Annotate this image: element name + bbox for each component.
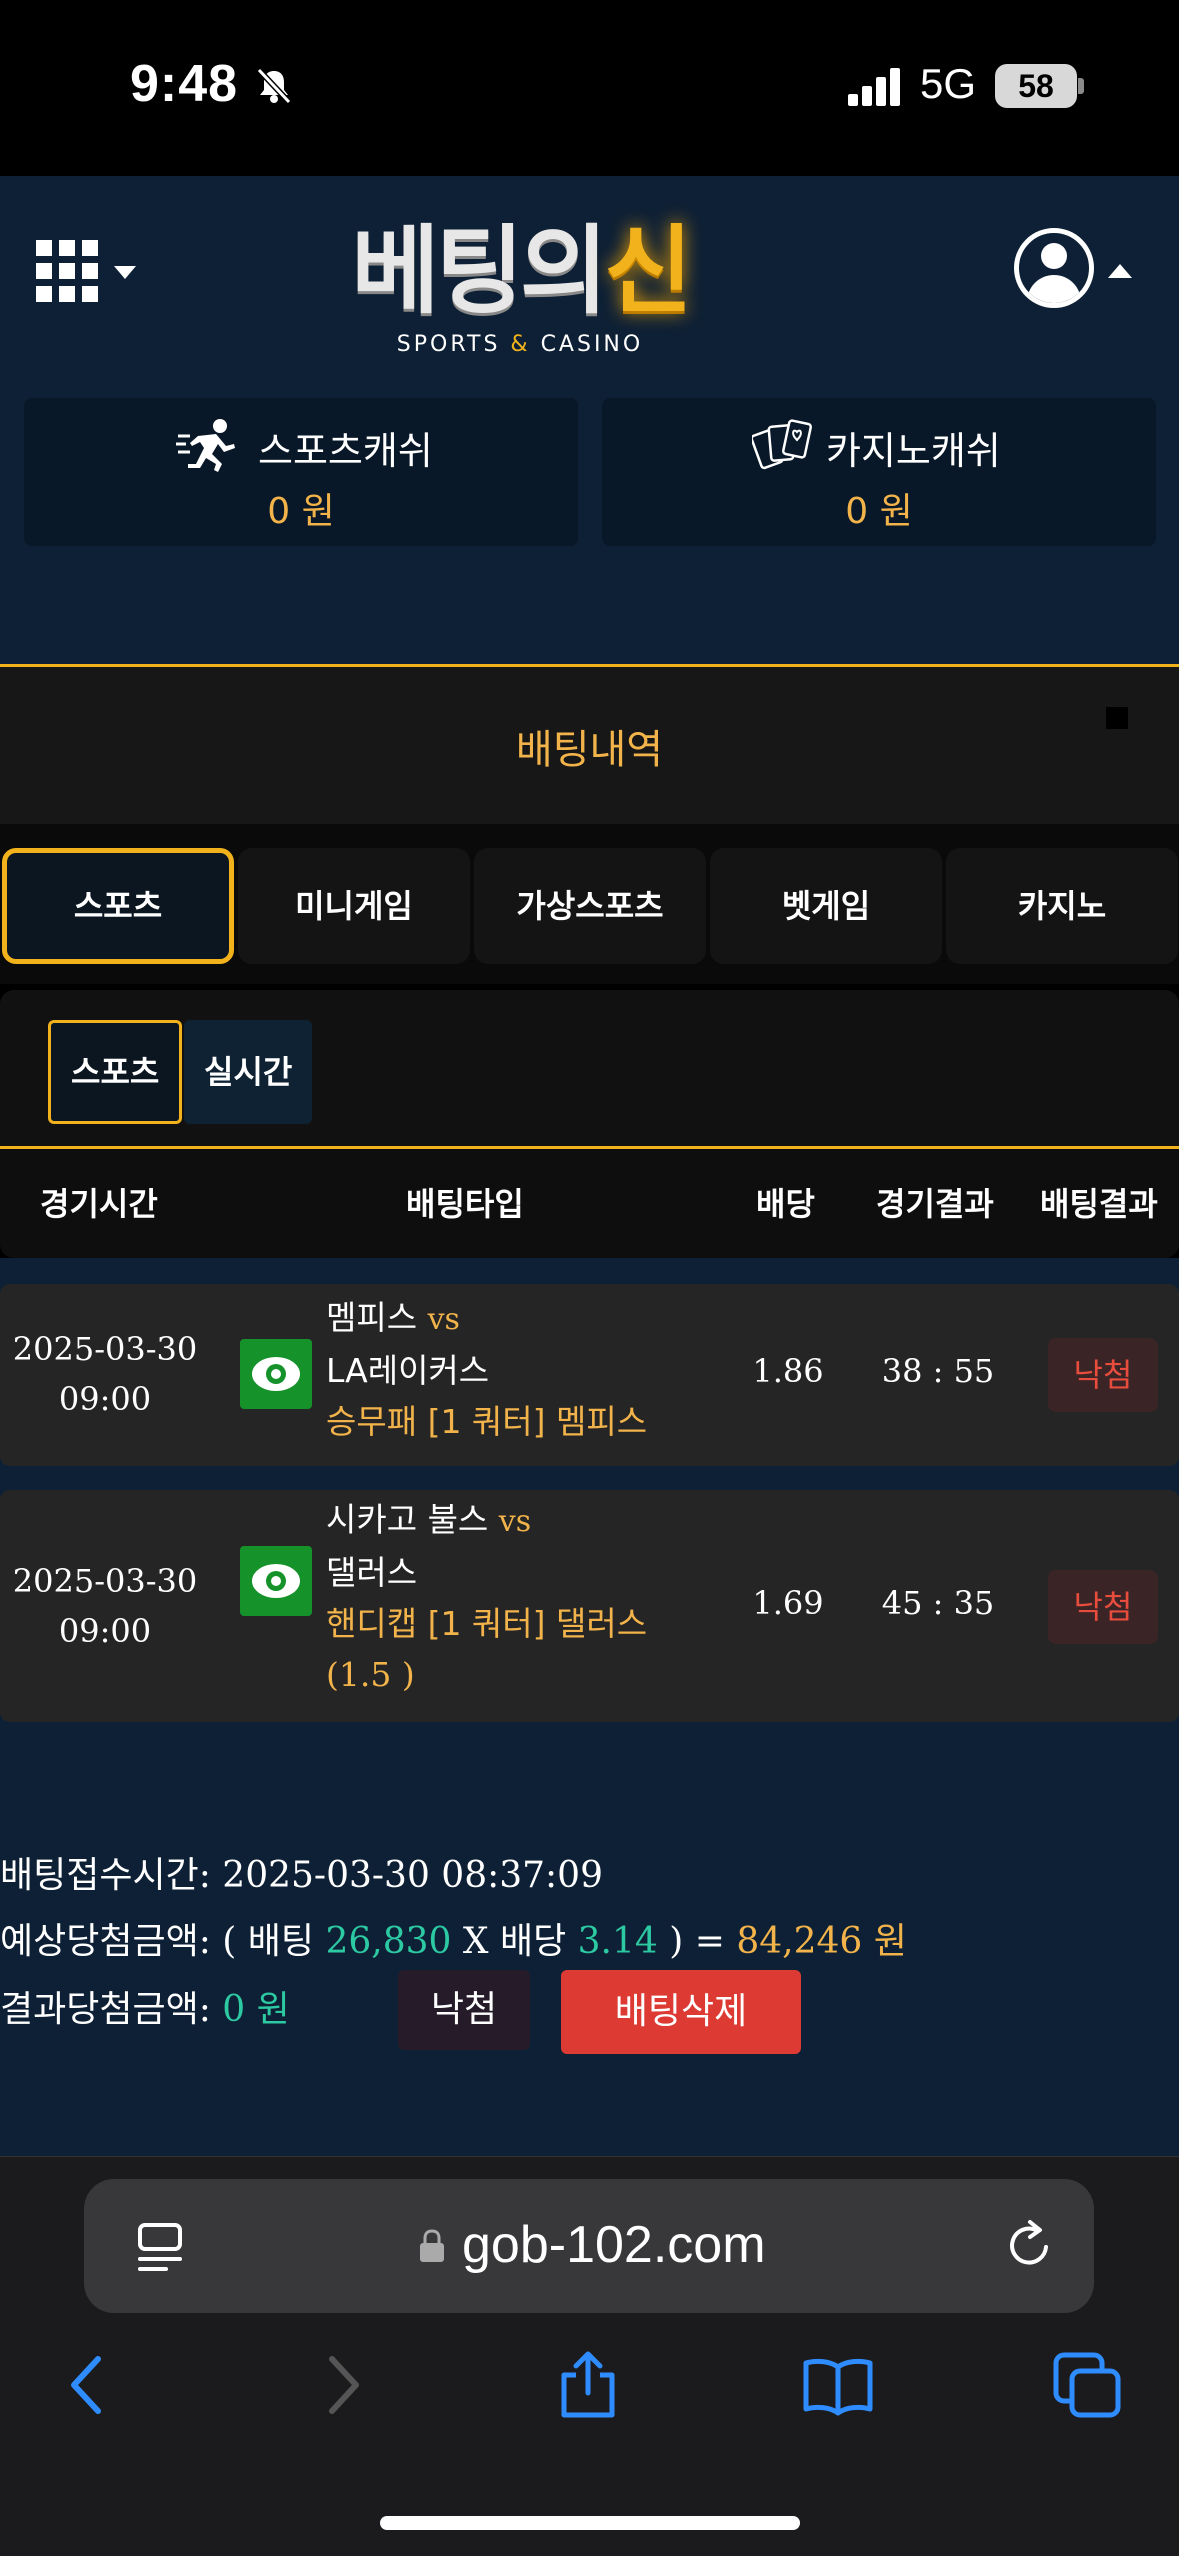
delete-bet-button[interactable]: 배팅삭제 [561, 1970, 801, 2054]
status-time: 9:48 [130, 55, 239, 113]
playing-cards-icon [752, 419, 812, 470]
header-spacer [0, 586, 1179, 666]
bet-type-line: (1.5 ) [326, 1655, 415, 1694]
bet-received-time: 배팅접수시간: 2025-03-30 08:37:09 [0, 1855, 603, 1896]
subtab-live[interactable]: 실시간 [184, 1020, 313, 1124]
page-title: 배팅내역 [515, 727, 664, 773]
signal-icon [848, 68, 900, 106]
home-indicator [380, 2516, 800, 2530]
tabs-icon[interactable] [1052, 2349, 1124, 2421]
chevron-down-icon[interactable] [114, 266, 136, 279]
tab-sports[interactable]: 스포츠 [2, 848, 234, 964]
back-icon[interactable] [52, 2349, 124, 2421]
table-row: 2025-03-30 09:00 시카고 불스 vs 댈러스 핸디캡 [1 쿼터… [0, 1490, 1179, 1722]
wallet-label: 카지노캐쉬 [826, 429, 1001, 473]
wallet-value: 0 원 [267, 491, 335, 532]
logo-wordmark: 베팅의신 [351, 215, 692, 327]
away-team: LA레이커스 [326, 1351, 490, 1390]
network-type: 5G [920, 60, 977, 107]
away-team: 댈러스 [326, 1553, 418, 1592]
sports-cash-wallet[interactable]: 스포츠캐쉬 0 원 [24, 398, 578, 546]
bookmarks-icon[interactable] [802, 2349, 874, 2421]
match-datetime: 2025-03-30 09:00 [12, 1330, 198, 1418]
col-match-result: 경기결과 [876, 1185, 994, 1223]
table-header: 경기시간 배팅타입 배당 경기결과 배팅결과 [0, 1146, 1179, 1258]
tab-minigame[interactable]: 미니게임 [238, 848, 470, 964]
match-datetime: 2025-03-30 09:00 [12, 1562, 198, 1650]
square-icon [1106, 707, 1128, 729]
total-odds: 3.14 [577, 1921, 658, 1962]
bet-result-badge: 낙첨 [1048, 1570, 1158, 1644]
page-menu-icon[interactable] [136, 2221, 186, 2273]
col-odds: 배당 [756, 1185, 815, 1223]
site-logo[interactable]: 베팅의신 SPORTS & CASINO [320, 216, 720, 366]
address-bar[interactable]: gob-102.com [84, 2179, 1094, 2313]
odds-value: 1.86 [752, 1352, 824, 1390]
home-team: 멤피스 [326, 1298, 418, 1337]
col-bet-type: 배팅타입 [406, 1185, 524, 1223]
col-bet-result: 배팅결과 [1040, 1185, 1158, 1223]
tab-betgame[interactable]: 벳게임 [710, 848, 942, 964]
logo-tagline: SPORTS & CASINO [396, 332, 644, 357]
sports-runner-icon [176, 419, 235, 472]
expected-win-amount: 예상당첨금액: ( 배팅 26,830 X 배당 3.14 ) = 84,246… [0, 1921, 907, 1962]
match-score: 38 : 55 [881, 1352, 995, 1390]
match-score: 45 : 35 [881, 1584, 995, 1622]
battery-tip [1078, 78, 1084, 94]
col-match-time: 경기시간 [40, 1185, 158, 1223]
casino-cash-wallet[interactable]: 카지노캐쉬 0 원 [602, 398, 1156, 546]
bet-type: 핸디캡 [1 쿼터] 댈러스 [326, 1604, 648, 1643]
wallet-value: 0 원 [845, 491, 913, 532]
status-badge: 낙첨 [398, 1970, 530, 2050]
reload-icon[interactable] [1002, 2217, 1058, 2273]
chevron-up-icon[interactable] [1108, 264, 1132, 278]
status-bar: 9:48 5G 58 [0, 0, 1179, 176]
battery-icon: 58 [995, 64, 1077, 108]
wallet-label: 스포츠캐쉬 [258, 429, 433, 473]
category-tabs: 스포츠 미니게임 가상스포츠 벳게임 카지노 [0, 824, 1179, 984]
expected-win: 84,246 원 [736, 1921, 907, 1962]
site-header: 베팅의신 SPORTS & CASINO 스포츠캐쉬 0 원 카지노캐쉬 0 원 [0, 176, 1179, 586]
share-icon[interactable] [552, 2349, 624, 2421]
home-team: 시카고 불스 [326, 1500, 489, 1539]
user-avatar-icon[interactable] [1014, 228, 1094, 308]
tab-casino[interactable]: 카지노 [946, 848, 1178, 964]
table-row: 2025-03-30 09:00 멤피스 vs LA레이커스 승무패 [1 쿼터… [0, 1284, 1179, 1466]
match-info: 멤피스 vs LA레이커스 승무패 [1 쿼터] 멤피스 [326, 1292, 746, 1447]
sub-tabs: 스포츠 실시간 [0, 990, 1179, 1146]
url-text: gob-102.com [462, 2216, 766, 2274]
bell-muted-icon [256, 67, 292, 105]
eye-icon[interactable] [240, 1339, 312, 1409]
browser-toolbar: gob-102.com [0, 2156, 1179, 2556]
eye-icon[interactable] [240, 1546, 312, 1616]
grid-menu-icon[interactable] [36, 240, 98, 302]
result-win-amount: 결과당첨금액: 0 원 [0, 1989, 290, 2030]
bet-type: 승무패 [1 쿼터] 멤피스 [326, 1402, 648, 1441]
bet-result-badge: 낙첨 [1048, 1338, 1158, 1412]
bet-amount: 26,830 [325, 1921, 452, 1962]
forward-icon[interactable] [306, 2349, 378, 2421]
page-title-bar: 배팅내역 [0, 664, 1179, 824]
tab-virtual-sports[interactable]: 가상스포츠 [474, 848, 706, 964]
lock-icon [420, 2229, 444, 2262]
odds-value: 1.69 [752, 1584, 824, 1622]
match-info: 시카고 불스 vs 댈러스 핸디캡 [1 쿼터] 댈러스 (1.5 ) [326, 1494, 746, 1700]
subtab-sports[interactable]: 스포츠 [48, 1020, 183, 1124]
